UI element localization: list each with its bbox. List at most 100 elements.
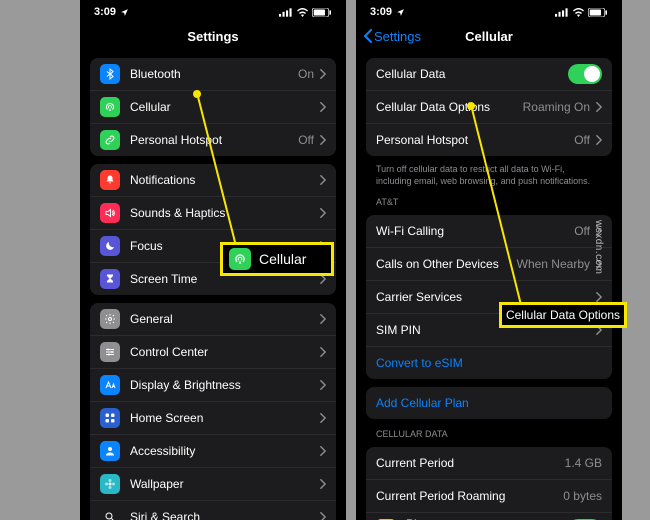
watermark: wsxdn.com [593,220,604,275]
row-value: Roaming On [523,100,590,114]
row-calls-on-other-devices[interactable]: Calls on Other Devices When Nearby [366,247,612,280]
row-control-center[interactable]: Control Center [90,335,336,368]
row-cellular-data-options[interactable]: Cellular Data Options Roaming On [366,90,612,123]
section: BluetoothOnCellularPersonal HotspotOff [90,58,336,156]
row-sounds-haptics[interactable]: Sounds & Haptics [90,196,336,229]
row-label: Current Period Roaming [376,489,557,503]
leader-dot [467,102,475,110]
navbar: Settings [80,22,346,50]
search-icon [100,507,120,520]
statusbar-left: 3:09 [370,6,405,18]
row-cellular[interactable]: Cellular [90,90,336,123]
row-personal-hotspot[interactable]: Personal HotspotOff [366,123,612,156]
row-label: Calls on Other Devices [376,257,511,271]
section-header: AT&T [376,197,602,207]
speaker-icon [100,203,120,223]
row-label: Add Cellular Plan [376,396,602,410]
row-label: Sounds & Haptics [130,206,314,220]
antenna-icon [229,248,251,270]
row-notifications[interactable]: Notifications [90,164,336,196]
row-label: Notifications [130,173,314,187]
signal-icon [555,8,569,17]
section-header: CELLULAR DATA [376,429,602,439]
hourglass-icon [100,269,120,289]
navbar: Settings Cellular [356,22,622,50]
callout-label: Cellular Data Options [506,308,620,322]
status-bar: 3:09 [356,0,622,22]
chevron-right-icon [320,512,326,520]
row-current-period-roaming[interactable]: Current Period Roaming0 bytes [366,479,612,512]
chevron-right-icon [320,314,326,324]
chevron-right-icon [320,479,326,489]
row-label: Bluetooth [130,67,292,81]
row-label: Control Center [130,345,314,359]
row-label: Cellular [130,100,314,114]
row-siri-search[interactable]: Siri & Search [90,500,336,520]
row-label: General [130,312,314,326]
status-bar: 3:09 [80,0,346,22]
toggle[interactable] [568,64,602,84]
callout-cdo: Cellular Data Options [499,302,627,328]
row-display-brightness[interactable]: Display & Brightness [90,368,336,401]
chevron-right-icon [320,69,326,79]
section: Add Cellular Plan [366,387,612,419]
row-accessibility[interactable]: Accessibility [90,434,336,467]
section: Cellular Data Cellular Data Options Roamin… [366,58,612,156]
signal-icon [279,8,293,17]
statusbar-left: 3:09 [94,6,129,18]
moon-icon [100,236,120,256]
row-label: Accessibility [130,444,314,458]
row-label: Cellular Data Options [376,100,517,114]
callout-cellular: Cellular [220,242,334,276]
bluetooth-icon [100,64,120,84]
section: General Control Center Display & Brightnes… [90,303,336,520]
row-photos[interactable]: Photos643 MB [366,512,612,520]
row-label: Cellular Data [376,67,568,81]
row-label: Siri & Search [130,510,314,520]
link-icon [100,130,120,150]
back-button[interactable]: Settings [364,29,421,44]
clock: 3:09 [94,6,116,18]
row-bluetooth[interactable]: BluetoothOn [90,58,336,90]
leader-dot [193,90,201,98]
row-convert-to-esim[interactable]: Convert to eSIM [366,346,612,379]
chevron-right-icon [320,347,326,357]
row-label: Home Screen [130,411,314,425]
textsize-icon [100,375,120,395]
row-home-screen[interactable]: Home Screen [90,401,336,434]
row-value: Off [298,133,314,147]
location-icon [396,8,405,17]
row-wallpaper[interactable]: Wallpaper [90,467,336,500]
wifi-icon [296,8,309,17]
row-label: Personal Hotspot [376,133,568,147]
cellular-screen: 3:09 Settings Cellular Cellular DataCell… [356,0,622,520]
row-current-period[interactable]: Current Period1.4 GB [366,447,612,479]
chevron-right-icon [320,102,326,112]
row-value: Off [574,224,590,238]
chevron-right-icon [320,413,326,423]
chevron-right-icon [320,446,326,456]
chevron-right-icon [320,208,326,218]
callout-label: Cellular [259,251,306,267]
row-general[interactable]: General [90,303,336,335]
row-value: When Nearby [517,257,590,271]
row-add-cellular-plan[interactable]: Add Cellular Plan [366,387,612,419]
location-icon [120,8,129,17]
battery-icon [588,8,608,17]
clock: 3:09 [370,6,392,18]
row-label: Wallpaper [130,477,314,491]
back-label: Settings [374,29,421,44]
battery-icon [312,8,332,17]
row-label: Display & Brightness [130,378,314,392]
chevron-right-icon [320,175,326,185]
wifi-icon [572,8,585,17]
chevron-right-icon [596,102,602,112]
row-wi-fi-calling[interactable]: Wi-Fi CallingOff [366,215,612,247]
row-cellular-data[interactable]: Cellular Data [366,58,612,90]
row-label: Current Period [376,456,559,470]
page-title: Settings [187,29,238,44]
bell-icon [100,170,120,190]
chevron-right-icon [596,292,602,302]
person-icon [100,441,120,461]
grid-icon [100,408,120,428]
